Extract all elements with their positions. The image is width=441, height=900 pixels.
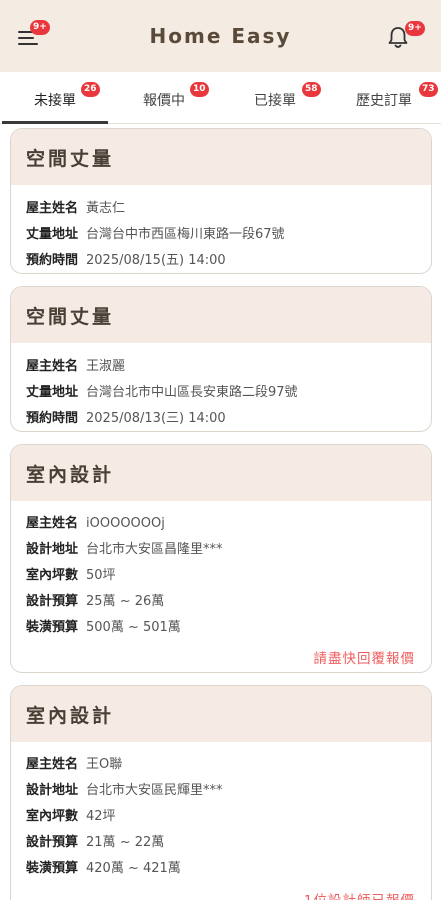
detail-value: 王淑麗: [86, 359, 126, 374]
detail-row: 裝潢預算 500萬 ~ 501萬: [26, 616, 181, 635]
order-card[interactable]: 空間丈量 屋主姓名 黃志仁 丈量地址 台灣台中市西區梅川東路一段67號 預約時間 20…: [10, 128, 432, 274]
detail-row: 設計預算 25萬 ~ 26萬: [26, 590, 164, 609]
detail-row: 室內坪數 50坪: [26, 564, 116, 583]
detail-value: 台灣台北市中山區長安東路二段97號: [86, 385, 298, 400]
detail-label: 設計預算: [26, 594, 79, 609]
detail-row: 丈量地址 台灣台中市西區梅川東路一段67號: [26, 223, 285, 242]
order-card[interactable]: 室內設計 屋主姓名 iOOOOOOOj 設計地址 台北市大安區昌隆里*** 室內坪數…: [10, 444, 432, 673]
detail-row: 設計地址 台北市大安區民輝里***: [26, 779, 223, 798]
detail-value: 42坪: [86, 809, 116, 824]
card-header: 空間丈量: [11, 287, 431, 343]
detail-value: 2025/08/15(五) 14:00: [86, 253, 226, 268]
detail-label: 設計地址: [26, 542, 79, 557]
detail-label: 屋主姓名: [26, 757, 79, 772]
detail-row: 屋主姓名 黃志仁: [26, 197, 125, 216]
tab-count-badge: 10: [190, 82, 209, 97]
tab-label: 報價中: [143, 93, 185, 109]
quote-status-note: 請盡快回覆報價: [313, 651, 415, 667]
card-header: 室內設計: [11, 686, 431, 742]
tab-label: 已接單: [254, 93, 296, 109]
detail-label: 屋主姓名: [26, 201, 79, 216]
detail-label: 設計地址: [26, 783, 79, 798]
detail-label: 屋主姓名: [26, 516, 79, 531]
card-title: 空間丈量: [26, 306, 115, 328]
card-title: 空間丈量: [26, 148, 115, 170]
tab-quoting[interactable]: 報價中 10: [110, 72, 220, 124]
tab-unaccepted[interactable]: 未接單 26: [0, 72, 110, 124]
order-card[interactable]: 空間丈量 屋主姓名 王淑麗 丈量地址 台灣台北市中山區長安東路二段97號 預約時間 2…: [10, 286, 432, 432]
detail-row: 設計地址 台北市大安區昌隆里***: [26, 538, 223, 557]
detail-row: 屋主姓名 王O聯: [26, 753, 122, 772]
quote-status-note: 1位設計師已報價: [304, 889, 415, 900]
order-tabs: 未接單 26 報價中 10 已接單 58 歷史訂單 73: [0, 72, 441, 124]
detail-row: 屋主姓名 iOOOOOOOj: [26, 512, 165, 531]
card-title: 室內設計: [26, 705, 115, 727]
detail-row: 室內坪數 42坪: [26, 805, 116, 824]
detail-row: 裝潢預算 420萬 ~ 421萬: [26, 857, 181, 876]
detail-value: 21萬 ~ 22萬: [86, 835, 165, 850]
notification-badge: 9+: [405, 21, 425, 36]
detail-label: 丈量地址: [26, 385, 79, 400]
detail-label: 室內坪數: [26, 568, 79, 583]
tab-count-badge: 26: [81, 82, 100, 97]
detail-row: 設計預算 21萬 ~ 22萬: [26, 831, 164, 850]
detail-value: 台灣台中市西區梅川東路一段67號: [86, 227, 285, 242]
detail-value: 台北市大安區昌隆里***: [86, 542, 223, 557]
detail-value: 50坪: [86, 568, 116, 583]
tab-accepted[interactable]: 已接單 58: [220, 72, 330, 124]
detail-row: 預約時間 2025/08/15(五) 14:00: [26, 249, 226, 268]
app-screen: 9+ Home Easy 9+ 未接單 26 報價中 10 已接單 58 歷史訂…: [0, 0, 441, 900]
detail-label: 預約時間: [26, 253, 79, 268]
detail-row: 丈量地址 台灣台北市中山區長安東路二段97號: [26, 381, 298, 400]
detail-value: 台北市大安區民輝里***: [86, 783, 223, 798]
detail-value: iOOOOOOOj: [86, 516, 165, 531]
tab-history[interactable]: 歷史訂單 73: [330, 72, 441, 124]
detail-value: 500萬 ~ 501萬: [86, 620, 181, 635]
detail-value: 2025/08/13(三) 14:00: [86, 411, 226, 426]
tab-label: 歷史訂單: [356, 93, 412, 109]
detail-value: 黃志仁: [86, 201, 126, 216]
detail-row: 預約時間 2025/08/13(三) 14:00: [26, 407, 226, 426]
detail-value: 420萬 ~ 421萬: [86, 861, 181, 876]
detail-label: 屋主姓名: [26, 359, 79, 374]
card-header: 空間丈量: [11, 129, 431, 185]
detail-label: 丈量地址: [26, 227, 79, 242]
active-tab-indicator: [2, 121, 108, 124]
detail-label: 裝潢預算: [26, 620, 79, 635]
detail-label: 預約時間: [26, 411, 79, 426]
tab-label: 未接單: [34, 93, 76, 109]
detail-label: 設計預算: [26, 835, 79, 850]
card-header: 室內設計: [11, 445, 431, 501]
detail-label: 裝潢預算: [26, 861, 79, 876]
detail-value: 25萬 ~ 26萬: [86, 594, 165, 609]
tab-count-badge: 58: [302, 82, 321, 97]
detail-row: 屋主姓名 王淑麗: [26, 355, 125, 374]
detail-label: 室內坪數: [26, 809, 79, 824]
order-card[interactable]: 室內設計 屋主姓名 王O聯 設計地址 台北市大安區民輝里*** 室內坪數 42坪 設計…: [10, 685, 432, 900]
card-title: 室內設計: [26, 464, 115, 486]
detail-value: 王O聯: [86, 757, 123, 772]
tab-count-badge: 73: [419, 82, 438, 97]
app-header: 9+ Home Easy 9+: [0, 0, 441, 72]
app-title: Home Easy: [149, 24, 292, 48]
